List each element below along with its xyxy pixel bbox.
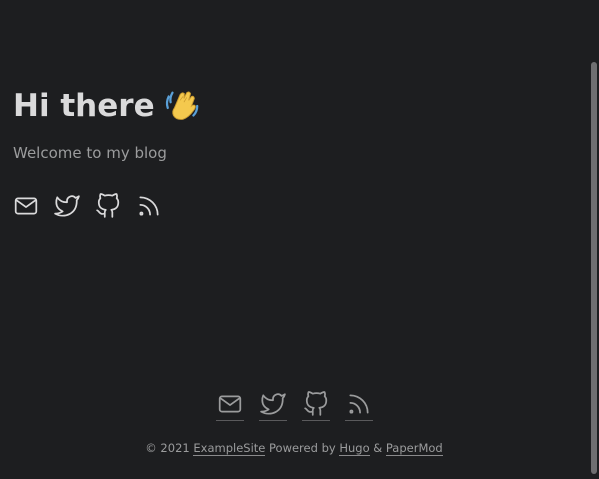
social-icons	[13, 193, 162, 219]
footer-site-link[interactable]: ExampleSite	[193, 441, 266, 456]
footer-powered-by: Powered by	[269, 441, 336, 455]
footer-hugo-link[interactable]: Hugo	[339, 441, 370, 456]
email-icon[interactable]	[13, 193, 39, 219]
footer-papermod-link[interactable]: PaperMod	[385, 441, 443, 456]
footer-social-icons	[0, 391, 588, 421]
footer-rss-icon[interactable]	[344, 391, 373, 421]
rss-icon[interactable]	[136, 193, 162, 219]
hero-title: Hi there	[13, 84, 201, 128]
footer-email-icon[interactable]	[215, 391, 244, 421]
footer-copyright: © 2021	[145, 441, 190, 455]
page: Hi there Welcome to my blog © 2021 Examp…	[0, 0, 588, 479]
github-icon[interactable]	[95, 193, 121, 219]
footer: © 2021 ExampleSite Powered by Hugo & Pap…	[0, 441, 588, 456]
footer-github-icon[interactable]	[301, 391, 330, 421]
scrollbar-thumb[interactable]	[591, 62, 597, 474]
hero-title-text: Hi there	[13, 88, 155, 124]
footer-ampersand: &	[373, 441, 383, 455]
twitter-icon[interactable]	[54, 193, 80, 219]
waving-hand-icon	[163, 87, 201, 125]
hero-subtitle: Welcome to my blog	[13, 144, 167, 162]
footer-twitter-icon[interactable]	[258, 391, 287, 421]
home-info: Hi there Welcome to my blog	[13, 84, 201, 163]
scrollbar[interactable]	[588, 0, 599, 479]
